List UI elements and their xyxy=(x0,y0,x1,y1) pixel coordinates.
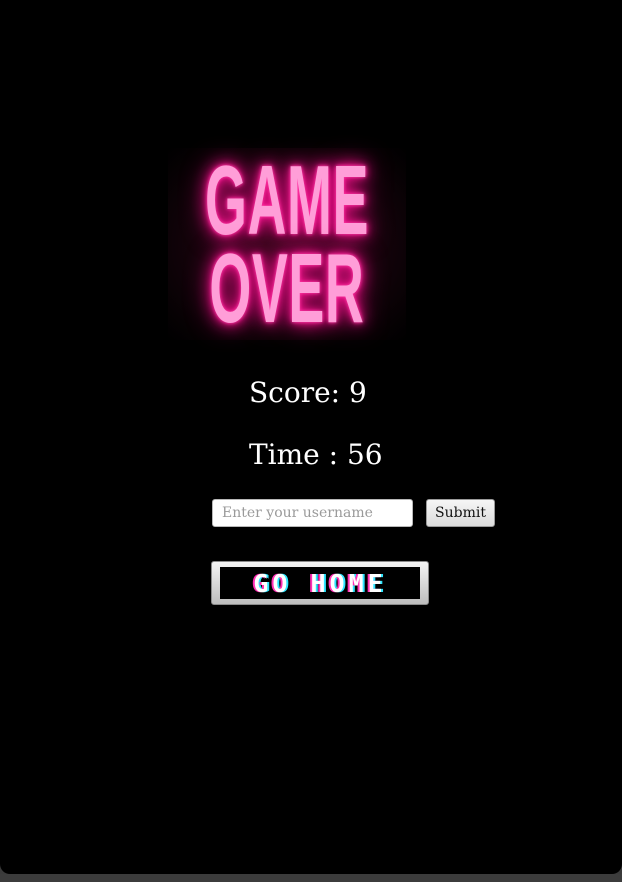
submit-button[interactable]: Submit xyxy=(426,499,495,527)
go-home-button[interactable]: GO HOME xyxy=(211,561,429,605)
time-text: Time : 56 xyxy=(249,438,383,471)
game-over-logo: GAME OVER xyxy=(168,148,406,340)
score-text: Score: 9 xyxy=(249,376,367,409)
go-home-button-face: GO HOME xyxy=(220,567,420,599)
logo-line-over: OVER xyxy=(209,233,365,343)
go-home-label: GO HOME xyxy=(253,568,387,598)
logo-line-game: GAME xyxy=(205,145,369,255)
game-over-screen: GAME OVER Score: 9 Time : 56 Submit GO H… xyxy=(0,0,622,874)
window-bottom-edge xyxy=(0,874,622,882)
username-input[interactable] xyxy=(212,499,413,527)
